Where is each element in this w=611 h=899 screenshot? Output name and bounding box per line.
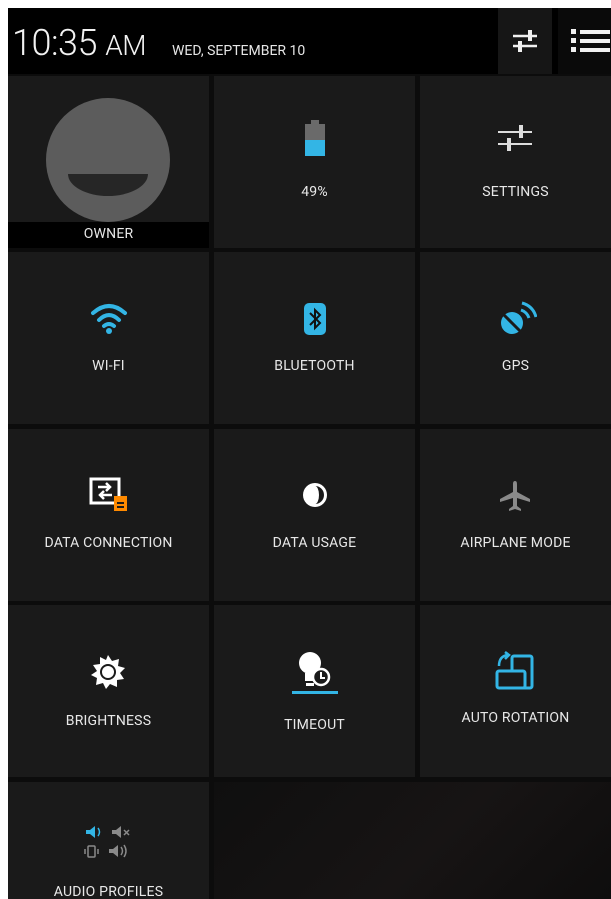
tile-airplane-mode[interactable]: AIRPLANE MODE bbox=[420, 429, 611, 601]
timeout-icon bbox=[292, 652, 338, 694]
tile-timeout-label: TIMEOUT bbox=[284, 717, 345, 733]
data-connection-icon bbox=[89, 477, 127, 511]
tile-audio-profiles-label: AUDIO PROFILES bbox=[53, 884, 164, 899]
tile-owner-label: OWNER bbox=[83, 226, 134, 242]
tile-gps-label: GPS bbox=[501, 358, 530, 374]
battery-icon bbox=[305, 120, 325, 156]
tile-settings-label: SETTINGS bbox=[482, 184, 549, 200]
list-icon bbox=[571, 29, 610, 52]
auto-rotation-icon bbox=[495, 651, 534, 690]
tile-data-connection[interactable]: DATA CONNECTION bbox=[8, 429, 209, 601]
audio-profiles-icon bbox=[84, 826, 130, 858]
tile-settings[interactable]: SETTINGS bbox=[420, 76, 611, 248]
notifications-toggle-button[interactable] bbox=[558, 8, 611, 74]
avatar-icon bbox=[8, 98, 209, 248]
tile-brightness[interactable]: BRIGHTNESS bbox=[8, 605, 209, 777]
tile-bluetooth[interactable]: BLUETOOTH bbox=[214, 252, 415, 424]
tile-wifi[interactable]: WI-FI bbox=[8, 252, 209, 424]
tile-auto-rotation[interactable]: AUTO ROTATION bbox=[420, 605, 611, 777]
clock-time: 10:35 bbox=[12, 22, 97, 64]
brightness-icon bbox=[91, 655, 125, 689]
wifi-icon bbox=[91, 304, 127, 334]
bluetooth-icon bbox=[304, 303, 326, 335]
data-usage-icon bbox=[303, 483, 327, 507]
clock: 10:35 AM bbox=[12, 22, 146, 64]
tile-battery[interactable]: 49% bbox=[214, 76, 415, 248]
gps-satellite-icon bbox=[501, 301, 537, 334]
tile-auto-rotation-label: AUTO ROTATION bbox=[461, 710, 570, 726]
tile-audio-profiles[interactable]: AUDIO PROFILES bbox=[8, 782, 209, 899]
tile-gps[interactable]: GPS bbox=[420, 252, 611, 424]
quick-settings-screen: 10:35 AM WED, SEPTEMBER 10 OWNER 49% SET… bbox=[8, 8, 611, 899]
clock-ampm: AM bbox=[105, 29, 146, 62]
empty-grid-area bbox=[214, 782, 611, 899]
sliders-icon bbox=[498, 125, 532, 151]
tile-wifi-label: WI-FI bbox=[92, 358, 125, 374]
airplane-icon bbox=[500, 481, 530, 511]
tile-data-usage-label: DATA USAGE bbox=[272, 535, 357, 551]
tile-owner[interactable]: OWNER bbox=[8, 76, 209, 248]
tile-airplane-mode-label: AIRPLANE MODE bbox=[460, 535, 571, 551]
tile-brightness-label: BRIGHTNESS bbox=[65, 713, 152, 729]
tile-data-usage[interactable]: DATA USAGE bbox=[214, 429, 415, 601]
tile-data-connection-label: DATA CONNECTION bbox=[44, 535, 173, 551]
tile-timeout[interactable]: TIMEOUT bbox=[214, 605, 415, 777]
quick-settings-grid: OWNER 49% SETTINGS WI-FI BLUETOOTH GPS D… bbox=[8, 74, 611, 899]
sliders-icon bbox=[513, 30, 537, 52]
tile-bluetooth-label: BLUETOOTH bbox=[274, 358, 355, 374]
status-bar: 10:35 AM WED, SEPTEMBER 10 bbox=[8, 8, 611, 74]
tile-battery-label: 49% bbox=[301, 184, 328, 200]
settings-shortcut-button[interactable] bbox=[498, 8, 552, 74]
date-label: WED, SEPTEMBER 10 bbox=[172, 43, 306, 59]
